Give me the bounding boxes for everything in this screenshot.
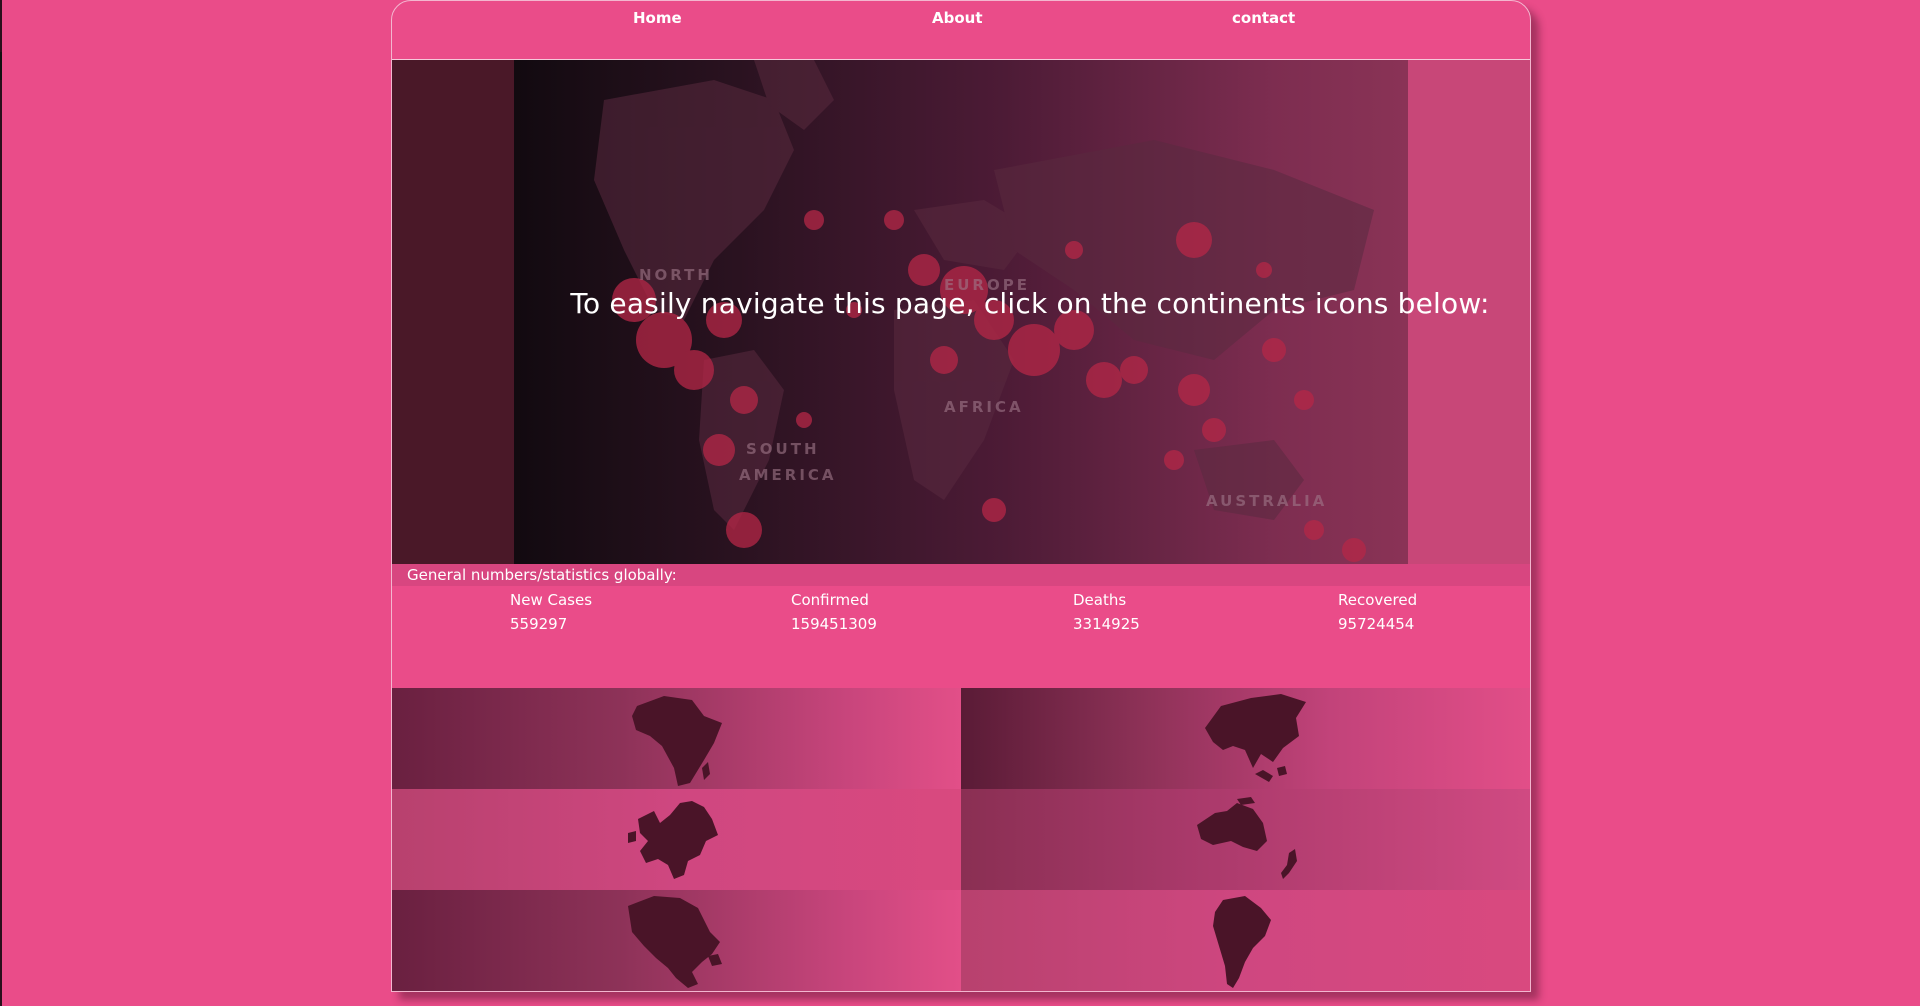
stat-confirmed: Confirmed 159451309 [791,588,877,636]
window-edge-marker [0,52,2,80]
nav-link-contact[interactable]: contact [1232,9,1295,27]
stat-value: 559297 [510,615,568,633]
stat-label: New Cases [510,591,593,609]
africa-icon [632,696,722,786]
nav-link-home[interactable]: Home [633,9,682,27]
stat-label: Confirmed [791,591,869,609]
stat-label: Recovered [1338,591,1418,609]
stat-label: Deaths [1073,591,1127,609]
stats-heading: General numbers/statistics globally: [407,566,677,584]
stat-recovered: Recovered 95724454 [1338,588,1417,636]
page-container: Home About contact NORTH EUROPE AFRICA S… [391,0,1531,992]
window-left-edge [0,0,2,1006]
nav-link-about[interactable]: About [932,9,983,27]
top-nav: Home About contact [392,1,1530,60]
map-label-south: SOUTH [746,440,820,458]
map-label-africa: AFRICA [944,398,1024,416]
continent-tile-australia[interactable] [961,789,1530,890]
map-label-america: AMERICA [739,466,837,484]
stat-value: 159451309 [791,615,877,633]
continent-tile-europe[interactable] [392,789,961,890]
stat-new-cases: New Cases 559297 [510,588,592,636]
continent-tile-asia[interactable] [961,688,1530,789]
continent-grid [392,688,1530,991]
asia-icon [1205,694,1306,782]
map-label-australia: AUSTRALIA [1206,492,1327,510]
north-america-icon [628,896,722,988]
continent-tile-south-america[interactable] [961,890,1530,991]
australia-icon [1197,797,1297,879]
hero-banner: NORTH EUROPE AFRICA SOUTH AMERICA AUSTRA… [392,60,1530,564]
stat-deaths: Deaths 3314925 [1073,588,1140,636]
stat-value: 95724454 [1338,615,1415,633]
hero-title: To easily navigate this page, click on t… [570,287,1490,320]
map-label-north: NORTH [639,266,713,284]
stat-value: 3314925 [1073,615,1140,633]
continent-tile-africa[interactable] [392,688,961,789]
stats-heading-bar: General numbers/statistics globally: [392,564,1530,586]
europe-icon [628,801,718,879]
continent-tile-north-america[interactable] [392,890,961,991]
south-america-icon [1213,896,1271,988]
